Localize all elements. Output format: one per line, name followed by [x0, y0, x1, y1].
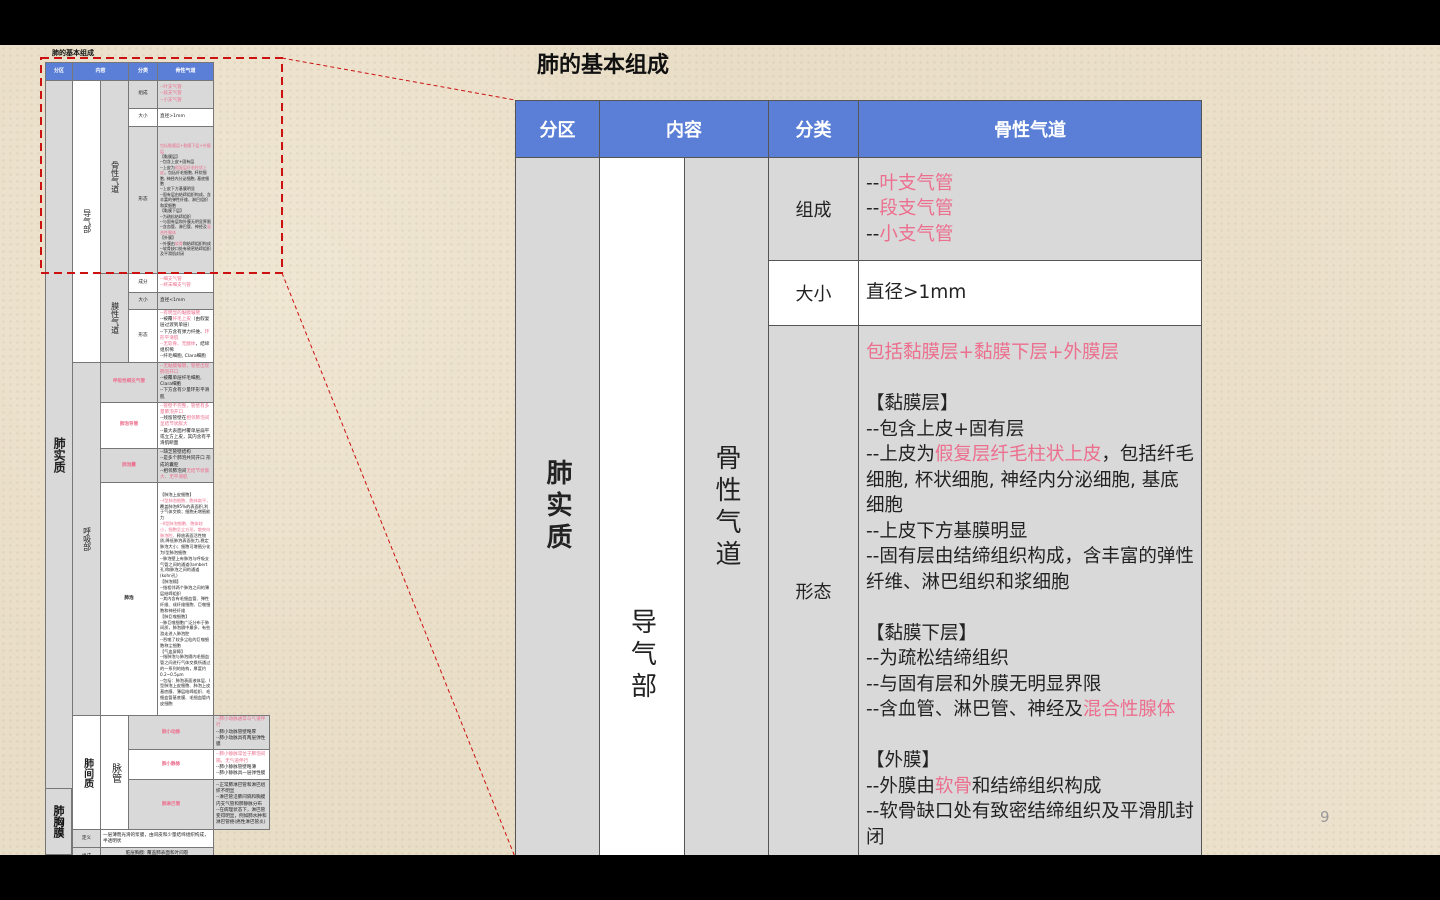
text-line: --外膜由软骨和结缔组织构成 — [866, 774, 1194, 800]
text-line: --为疏松结缔组织 — [866, 646, 1194, 672]
row-label: 大小 — [768, 260, 859, 326]
text-segment: 和结缔组织构成 — [971, 775, 1102, 797]
text-line — [866, 366, 1194, 392]
text-segment: --包含上皮+固有层 — [866, 418, 1025, 440]
text-segment: 【黏膜下层】 — [866, 622, 978, 644]
text-segment: --含血管、淋巴管、神经及 — [866, 699, 1083, 720]
text-segment: 【黏膜层】 — [866, 393, 959, 414]
text-line: 直径>1mm — [866, 280, 1194, 306]
main-header-row: 分区 内容 分类 骨性气道 — [515, 100, 1202, 158]
text-line: --小支气管 — [866, 222, 1194, 248]
text-line: --上皮下方基膜明显 — [866, 519, 1194, 545]
header-region: 分区 — [515, 100, 600, 158]
text-segment: --上皮下方基膜明显 — [866, 520, 1028, 542]
text-segment: --外膜由 — [866, 775, 935, 797]
row-content: 直径>1mm — [858, 260, 1202, 326]
highlighted-text: 软骨 — [934, 775, 972, 797]
region-label: 肺实质 — [542, 459, 572, 555]
callout-line-bottom — [281, 272, 515, 855]
text-segment: --软骨缺口处有致密结缔组织及平滑肌封闭 — [866, 801, 1194, 848]
text-line: 【黏膜层】 — [866, 391, 1194, 417]
text-segment: --与固有层和外膜无明显界限 — [866, 673, 1102, 695]
text-segment: -- — [866, 198, 880, 220]
text-line — [866, 595, 1194, 621]
header-category: 分类 — [768, 100, 859, 158]
highlighted-text: 假复层纤毛柱状上皮 — [934, 444, 1102, 465]
row-content: 包括黏膜层+黏膜下层+外膜层 【黏膜层】 --包含上皮+固有层 --上皮为假复层纤毛… — [858, 325, 1202, 855]
text-line: --与固有层和外膜无明显界限 — [866, 672, 1194, 698]
zoom-highlight-box — [40, 57, 283, 274]
text-segment: --为疏松结缔组织 — [866, 648, 1009, 669]
text-segment: --固有层由结缔组织构成，含丰富的弹性纤维、淋巴组织和浆细胞 — [866, 546, 1194, 593]
highlighted-text: 包括黏膜层+黏膜下层+外膜层 — [866, 342, 1120, 363]
slide-title: 肺的基本组成 — [537, 53, 670, 78]
row-label: 组成 — [768, 157, 859, 261]
callout-line-top — [281, 57, 516, 101]
text-line: 【黏膜下层】 — [866, 621, 1194, 647]
highlighted-text: 混合性腺体 — [1082, 699, 1176, 720]
slide: 肺的基本组成 分区 内容 分类 骨性气道 肺实质 导气部 骨性气道 组成 --叶… — [0, 45, 1440, 855]
main-table: 分区 内容 分类 骨性气道 肺实质 导气部 骨性气道 组成 --叶支气管 --段支… — [515, 100, 1202, 855]
text-line: --包含上皮+固有层 — [866, 417, 1194, 443]
header-content: 内容 — [599, 100, 769, 158]
text-line: --上皮为假复层纤毛柱状上皮，包括纤毛细胞, 杯状细胞, 神经内分泌细胞, 基底… — [866, 442, 1194, 519]
text-segment: -- — [866, 223, 880, 245]
highlighted-text: 叶支气管 — [879, 172, 954, 194]
text-line: --软骨缺口处有致密结缔组织及平滑肌封闭 — [866, 799, 1194, 850]
page-number: 9 — [1320, 808, 1330, 826]
text-line — [866, 723, 1194, 749]
text-line: --叶支气管 — [866, 171, 1194, 197]
text-line: --固有层由结缔组织构成，含丰富的弹性纤维、淋巴组织和浆细胞 — [866, 544, 1194, 595]
text-segment: 【外膜】 — [866, 750, 941, 771]
text-line: 包括黏膜层+黏膜下层+外膜层 — [866, 340, 1194, 366]
text-line: --段支气管 — [866, 196, 1194, 222]
highlighted-text: 小支气管 — [879, 223, 954, 245]
section-label: 导气部 — [626, 608, 657, 704]
text-segment: 直径>1mm — [866, 282, 967, 304]
text-line: 【外膜】 — [866, 748, 1194, 774]
row-content: --叶支气管 --段支气管 --小支气管 — [858, 157, 1202, 261]
text-segment: --上皮为 — [866, 444, 935, 465]
subsection-label: 骨性气道 — [711, 444, 741, 572]
row-label: 形态 — [768, 325, 859, 855]
highlighted-text: 段支气管 — [879, 198, 954, 220]
thumb-region: 肺胸膜 — [52, 805, 65, 838]
text-line: --含血管、淋巴管、神经及混合性腺体 — [866, 697, 1194, 723]
header-bony-airway: 骨性气道 — [858, 100, 1202, 158]
table-row: 肺实质 导气部 骨性气道 组成 --叶支气管 --段支气管 --小支气管 — [515, 157, 1202, 855]
thumb-region-pleura: 肺胸膜 — [45, 788, 72, 855]
text-segment: -- — [866, 172, 880, 194]
